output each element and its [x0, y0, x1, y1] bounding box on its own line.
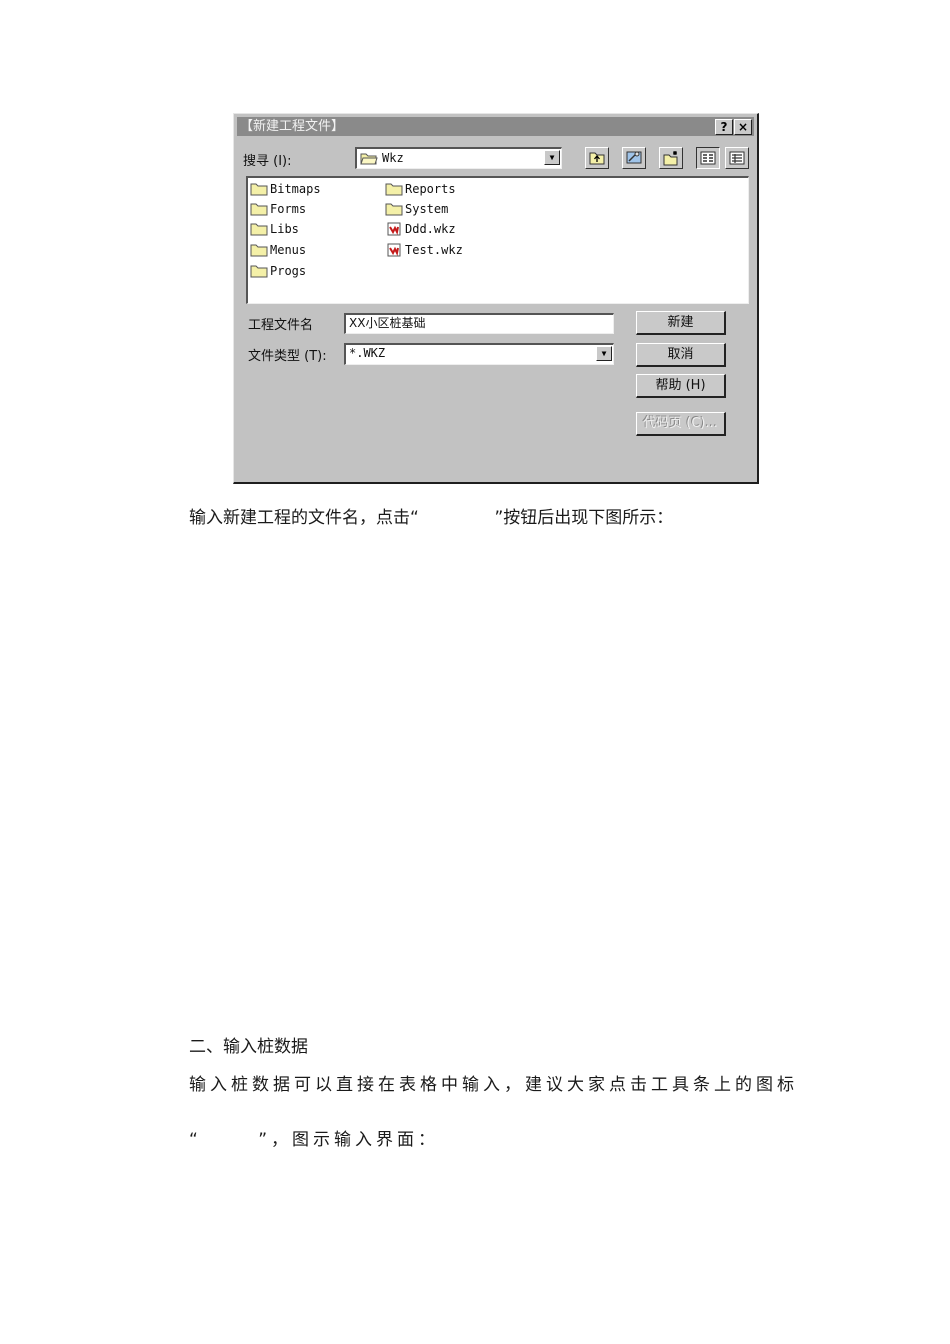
up-folder-icon: [589, 152, 605, 165]
cancel-button[interactable]: 取消: [636, 343, 726, 367]
folder-icon: [385, 203, 403, 216]
dialog-title-bar: 【新建工程文件】 ? ×: [237, 117, 754, 136]
file-list[interactable]: Bitmaps Forms Libs Menus Progs Reports S…: [246, 176, 749, 304]
section-heading: 二、输入桩数据: [189, 1037, 308, 1057]
desktop-button[interactable]: [622, 147, 646, 169]
filename-input[interactable]: XX小区桩基础: [344, 313, 614, 334]
list-view-icon: [700, 151, 716, 165]
wkz-file-icon: [387, 243, 401, 257]
up-folder-button[interactable]: [585, 147, 609, 169]
look-in-label: 搜寻 (I):: [243, 154, 292, 169]
dialog-title: 【新建工程文件】: [240, 119, 345, 134]
close-title-button[interactable]: ×: [734, 119, 752, 135]
new-project-dialog: 【新建工程文件】 ? × 搜寻 (I): Wkz ▼ Bitmaps Forms…: [233, 113, 759, 484]
desktop-icon: [626, 151, 642, 164]
help-title-button[interactable]: ?: [715, 119, 733, 135]
details-view-button[interactable]: [725, 147, 749, 169]
folder-icon: [250, 265, 268, 278]
instruction-text-1: 输入新建工程的文件名，点击“ ”按钮后出现下图所示：: [189, 508, 674, 528]
folder-icon: [385, 183, 403, 196]
wkz-file-icon: [387, 222, 401, 236]
new-folder-icon: [663, 151, 678, 166]
look-in-dropdown-button[interactable]: ▼: [544, 150, 560, 165]
codepage-button[interactable]: 代码页 (C)...: [636, 412, 726, 436]
folder-icon: [250, 244, 268, 257]
new-folder-button[interactable]: [659, 147, 683, 169]
filetype-value: *.WKZ: [349, 346, 386, 360]
filetype-label: 文件类型 (T):: [248, 349, 327, 364]
look-in-combo[interactable]: Wkz ▼: [355, 147, 562, 169]
look-in-value: Wkz: [382, 151, 404, 165]
folder-icon: [250, 223, 268, 236]
new-button[interactable]: 新建: [636, 311, 726, 335]
filename-label: 工程文件名: [248, 318, 314, 333]
details-view-icon: [729, 151, 745, 165]
folder-icon: [250, 183, 268, 196]
instruction-text-2: 输入桩数据可以直接在表格中输入，建议大家点击工具条上的图标: [189, 1075, 798, 1095]
instruction-text-3: “ ”，图示输入界面：: [189, 1130, 440, 1150]
filetype-dropdown-button[interactable]: ▼: [596, 346, 612, 361]
folder-icon: [250, 203, 268, 216]
filetype-select[interactable]: *.WKZ ▼: [344, 343, 614, 365]
folder-open-icon: [360, 153, 378, 165]
help-button[interactable]: 帮助 (H): [636, 374, 726, 398]
list-view-button[interactable]: [696, 147, 720, 169]
